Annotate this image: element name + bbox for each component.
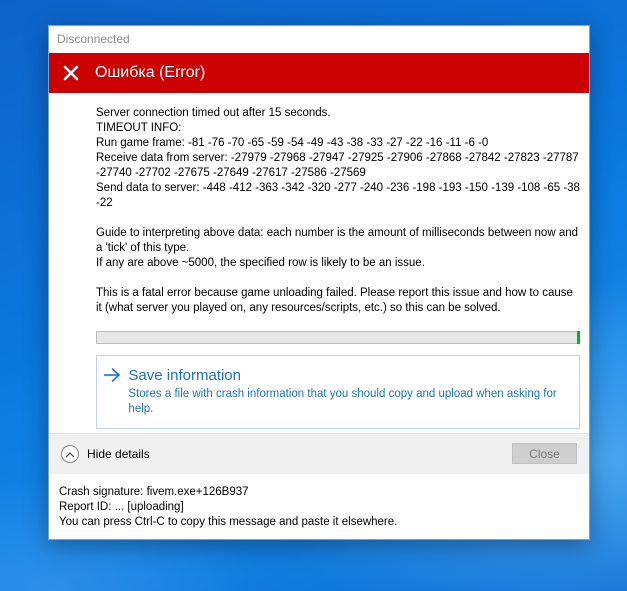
save-information-button[interactable]: Save information Stores a file with cras…	[96, 355, 580, 429]
save-description: Stores a file with crash information tha…	[128, 388, 557, 415]
close-button[interactable]: Close	[512, 443, 577, 464]
progress-fill	[577, 331, 580, 344]
report-id: Report ID: ... [uploading]	[59, 501, 184, 513]
guide-threshold-text: If any are above ~5000, the specified ro…	[96, 257, 425, 269]
send-data-line: Send data to server: -448 -412 -363 -342…	[96, 182, 580, 209]
timeout-line: Server connection timed out after 15 sec…	[96, 107, 331, 119]
error-header: Ошибка (Error)	[49, 53, 589, 93]
timeout-info-label: TIMEOUT INFO:	[96, 122, 182, 134]
dialog-footer: Hide details Close	[49, 433, 589, 474]
crash-dialog: Disconnected Ошибка (Error) Server conne…	[48, 25, 590, 540]
crash-signature: Crash signature: fivem.exe+126B937	[59, 486, 249, 498]
error-title: Ошибка (Error)	[95, 64, 206, 81]
save-title: Save information	[128, 367, 241, 384]
hide-details-label: Hide details	[87, 447, 150, 461]
progress-bar	[96, 331, 580, 344]
copy-hint: You can press Ctrl-C to copy this messag…	[59, 516, 398, 528]
hide-details-toggle[interactable]: Hide details	[61, 445, 150, 463]
arrow-right-icon	[103, 367, 124, 428]
chevron-up-icon	[61, 445, 79, 463]
window-title: Disconnected	[57, 32, 130, 46]
crash-details: Crash signature: fivem.exe+126B937 Repor…	[59, 485, 397, 530]
error-x-icon	[59, 61, 83, 85]
fatal-text: This is a fatal error because game unloa…	[96, 287, 573, 314]
run-frame-line: Run game frame: -81 -76 -70 -65 -59 -54 …	[96, 137, 489, 149]
receive-data-line: Receive data from server: -27979 -27968 …	[96, 152, 579, 179]
guide-text: Guide to interpreting above data: each n…	[96, 227, 579, 254]
error-message: Server connection timed out after 15 sec…	[49, 93, 589, 429]
